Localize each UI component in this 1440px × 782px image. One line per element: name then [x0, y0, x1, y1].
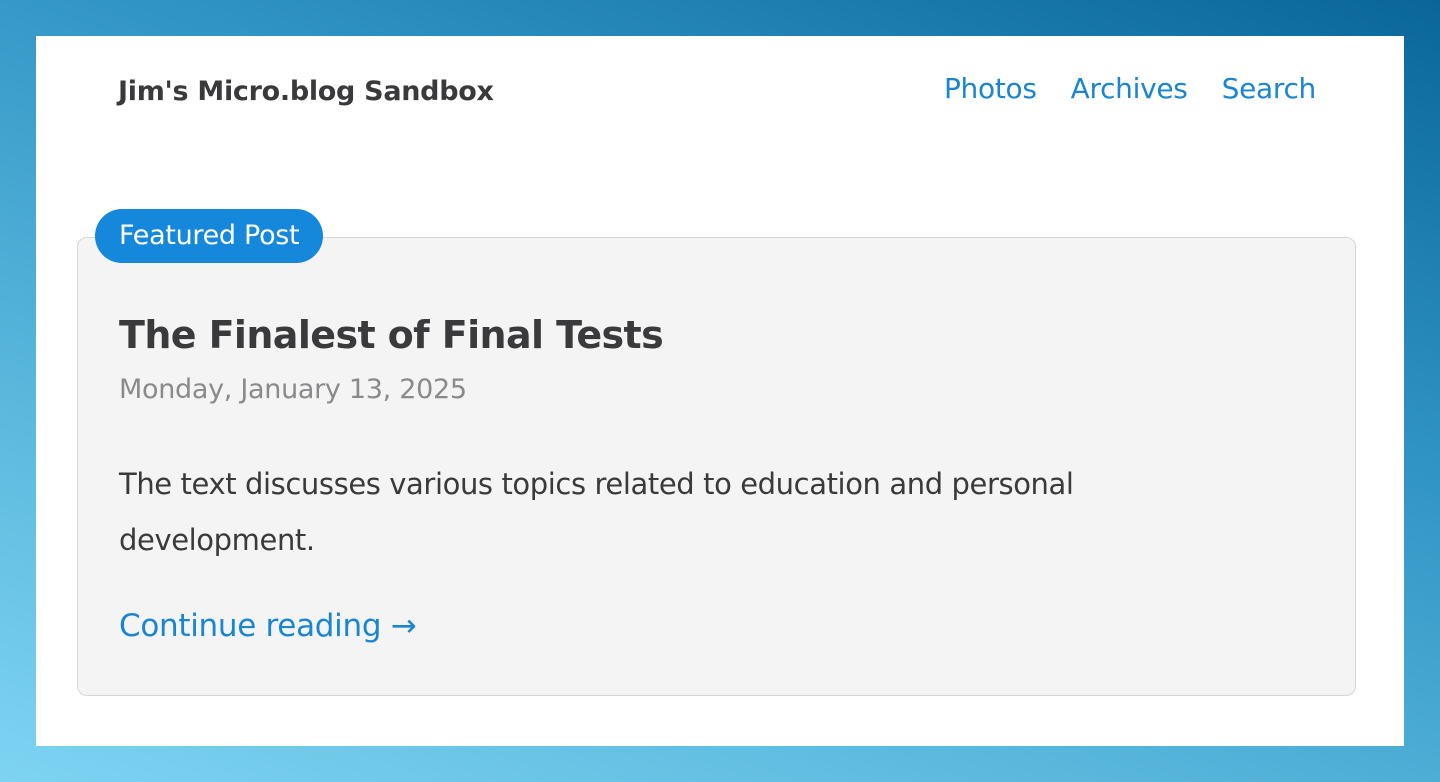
- featured-post-badge: Featured Post: [95, 209, 324, 263]
- main-nav: Photos Archives Search: [944, 72, 1316, 105]
- post-title[interactable]: The Finalest of Final Tests: [119, 313, 664, 357]
- page: Jim's Micro.blog Sandbox Photos Archives…: [36, 36, 1404, 746]
- nav-photos-link[interactable]: Photos: [944, 72, 1037, 105]
- nav-search-link[interactable]: Search: [1222, 72, 1317, 105]
- featured-post-card: The Finalest of Final Tests Monday, Janu…: [77, 237, 1356, 696]
- nav-archives-link[interactable]: Archives: [1071, 72, 1188, 105]
- post-summary: The text discusses various topics relate…: [119, 467, 1074, 557]
- site-header: Jim's Micro.blog Sandbox Photos Archives…: [36, 36, 1404, 146]
- post-date[interactable]: Monday, January 13, 2025: [119, 374, 467, 405]
- site-title[interactable]: Jim's Micro.blog Sandbox: [118, 76, 494, 107]
- continue-reading-link[interactable]: Continue reading →: [119, 608, 417, 644]
